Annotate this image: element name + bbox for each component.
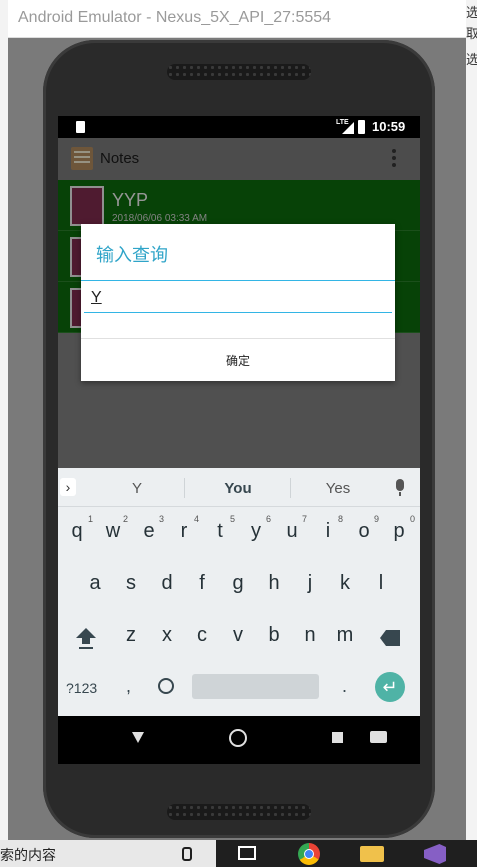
key-x[interactable]: x	[152, 624, 182, 647]
key-t[interactable]: t	[205, 520, 235, 543]
backspace-key-icon[interactable]	[380, 630, 400, 646]
emoji-icon[interactable]	[158, 678, 174, 694]
comma-key[interactable]: ,	[126, 676, 131, 697]
bottom-speaker	[167, 804, 311, 820]
microphone-stand	[399, 492, 401, 496]
shift-key-icon[interactable]	[76, 628, 96, 650]
key-u[interactable]: u	[277, 520, 307, 543]
key-o[interactable]: o	[349, 520, 379, 543]
suggestion-divider	[290, 478, 291, 498]
home-icon[interactable]	[229, 729, 247, 747]
suggestion-2[interactable]: You	[218, 480, 258, 497]
background-text-3: 选	[466, 52, 477, 67]
confirm-button[interactable]: 确定	[81, 339, 395, 381]
symbols-key[interactable]: ?123	[66, 680, 97, 696]
recents-icon[interactable]	[332, 732, 343, 743]
key-f[interactable]: f	[187, 572, 217, 595]
key-p[interactable]: p	[384, 520, 414, 543]
key-row-4: ?123 , . ↵	[58, 668, 420, 716]
signal-icon	[342, 122, 354, 134]
key-y[interactable]: y	[241, 520, 271, 543]
key-row-1: 1 2 3 4 5 6 7 8 9 0 q w e r t y u i o p	[58, 512, 420, 560]
key-z[interactable]: z	[116, 624, 146, 647]
key-e[interactable]: e	[134, 520, 164, 543]
emulator-titlebar: Android Emulator - Nexus_5X_API_27:5554	[8, 0, 466, 38]
sd-card-icon	[76, 121, 85, 133]
back-icon[interactable]	[132, 732, 144, 743]
keyboard-switch-icon[interactable]	[370, 731, 387, 743]
key-h[interactable]: h	[259, 572, 289, 595]
key-s[interactable]: s	[116, 572, 146, 595]
key-a[interactable]: a	[80, 572, 110, 595]
chrome-icon[interactable]	[298, 843, 320, 865]
enter-key-icon[interactable]: ↵	[375, 672, 405, 702]
dialog-title: 输入查询	[96, 245, 168, 265]
key-n[interactable]: n	[295, 624, 325, 647]
task-view-icon[interactable]	[238, 846, 256, 860]
key-k[interactable]: k	[330, 572, 360, 595]
taskbar-search-text: 索的内容	[0, 847, 56, 863]
key-d[interactable]: d	[152, 572, 182, 595]
key-c[interactable]: c	[187, 624, 217, 647]
status-bar: LTE 10:59	[58, 116, 420, 138]
key-i[interactable]: i	[313, 520, 343, 543]
background-text-1: 选	[466, 5, 477, 20]
suggestion-1[interactable]: Y	[122, 480, 152, 497]
top-speaker	[167, 64, 311, 80]
visual-studio-icon[interactable]	[424, 844, 446, 864]
windows-taskbar	[182, 840, 477, 867]
suggestion-divider	[184, 478, 185, 498]
search-input-value: Y	[91, 289, 102, 306]
key-j[interactable]: j	[295, 572, 325, 595]
suggestion-3[interactable]: Yes	[320, 480, 356, 497]
background-text-2: 取	[466, 26, 477, 41]
key-w[interactable]: w	[98, 520, 128, 543]
key-q[interactable]: q	[62, 520, 92, 543]
battery-icon	[358, 120, 365, 134]
desktop-background-right	[465, 0, 477, 867]
microphone-icon[interactable]	[396, 479, 404, 491]
window-title: Android Emulator - Nexus_5X_API_27:5554	[18, 9, 332, 26]
period-key[interactable]: .	[342, 676, 347, 697]
file-explorer-icon[interactable]	[360, 846, 384, 862]
key-m[interactable]: m	[330, 624, 360, 647]
key-b[interactable]: b	[259, 624, 289, 647]
key-l[interactable]: l	[366, 572, 396, 595]
key-row-3: z x c v b n m	[58, 616, 420, 664]
chevron-right-icon[interactable]: ›	[60, 478, 76, 496]
key-v[interactable]: v	[223, 624, 253, 647]
navigation-bar	[58, 716, 420, 764]
search-input[interactable]: Y	[84, 286, 392, 313]
key-g[interactable]: g	[223, 572, 253, 595]
dialog-title-divider	[81, 280, 395, 281]
suggestion-strip: › Y You Yes	[58, 468, 420, 507]
confirm-button-label: 确定	[225, 354, 250, 368]
key-r[interactable]: r	[169, 520, 199, 543]
microphone-icon[interactable]	[182, 847, 192, 861]
soft-keyboard: › Y You Yes 1 2 3 4 5 6 7 8 9 0 q w e r …	[58, 468, 420, 716]
space-bar[interactable]	[192, 674, 319, 699]
clock: 10:59	[372, 119, 406, 134]
search-dialog: 输入查询 Y 确定	[81, 224, 395, 381]
key-row-2: a s d f g h j k l	[58, 564, 420, 612]
